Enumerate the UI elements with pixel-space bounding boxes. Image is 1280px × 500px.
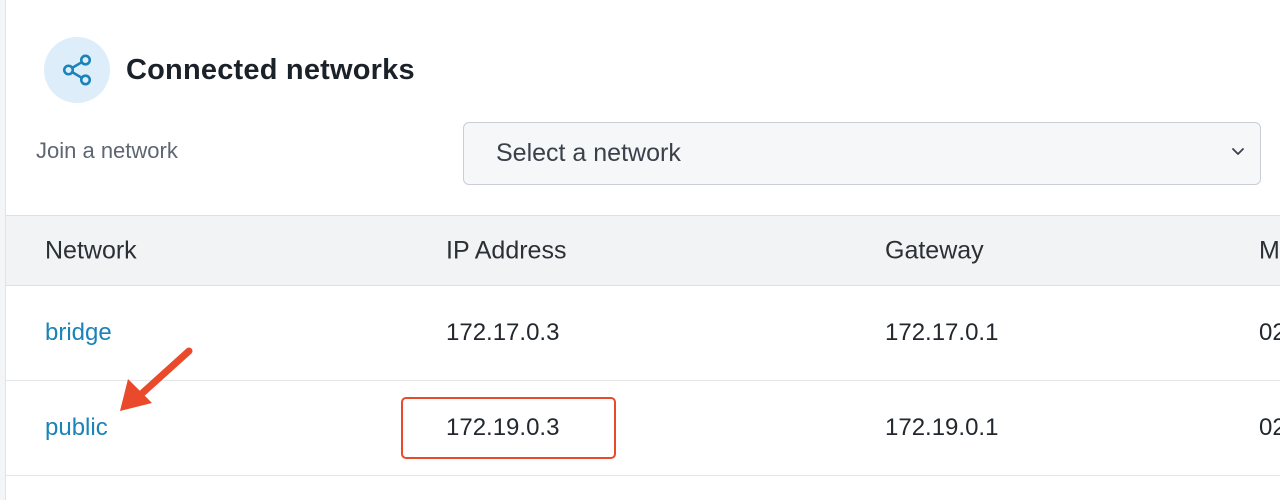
- mac-address-cell: 02: [1259, 414, 1280, 441]
- column-header-ip-address[interactable]: IP Address: [446, 236, 566, 265]
- column-header-network[interactable]: Network: [45, 236, 137, 265]
- ip-address-cell: 172.17.0.3: [446, 319, 560, 346]
- column-header-gateway[interactable]: Gateway: [885, 236, 984, 265]
- networks-table: Network IP Address Gateway M bridge 172.…: [6, 215, 1280, 476]
- network-select-value: Select a network: [496, 139, 681, 167]
- connected-networks-panel: Connected networks Join a network Select…: [5, 0, 1280, 500]
- annotation-highlight-box: [401, 397, 616, 459]
- gateway-cell: 172.19.0.1: [885, 414, 999, 441]
- join-network-label: Join a network: [36, 138, 178, 163]
- annotation-arrow-icon: [116, 345, 196, 420]
- network-link-bridge[interactable]: bridge: [45, 319, 112, 347]
- gateway-cell: 172.17.0.1: [885, 319, 999, 346]
- section-title: Connected networks: [126, 53, 415, 86]
- section-header: Connected networks: [44, 37, 415, 103]
- mac-address-cell: 02: [1259, 319, 1280, 346]
- network-link-public[interactable]: public: [45, 414, 108, 442]
- table-row: public 172.19.0.3 172.19.0.1 02: [6, 381, 1280, 476]
- table-header-row: Network IP Address Gateway M: [6, 215, 1280, 286]
- network-select[interactable]: Select a network: [463, 122, 1261, 185]
- table-row: bridge 172.17.0.3 172.17.0.1 02: [6, 286, 1280, 381]
- chevron-down-icon: [1228, 139, 1248, 168]
- column-header-mac-address[interactable]: M: [1259, 236, 1280, 265]
- share-network-icon: [44, 37, 110, 103]
